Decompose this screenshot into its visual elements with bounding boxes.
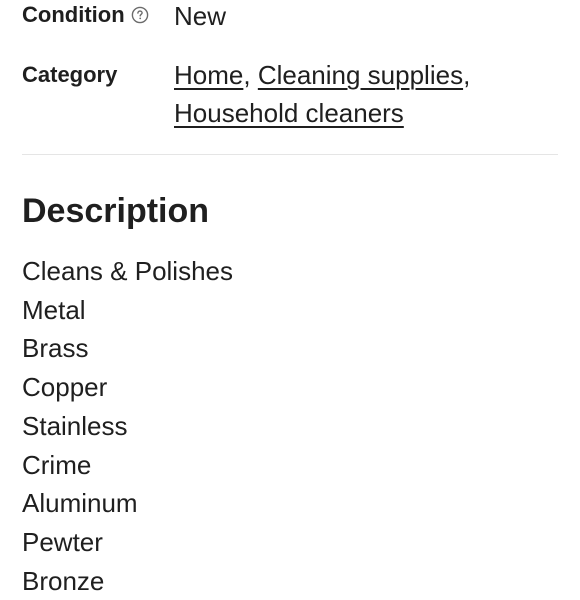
condition-label-wrap: Condition xyxy=(22,0,174,30)
category-link-home[interactable]: Home xyxy=(174,60,243,90)
category-separator: , xyxy=(243,60,251,90)
description-list: Cleans & Polishes Metal Brass Copper Sta… xyxy=(22,252,233,600)
category-label-wrap: Category xyxy=(22,60,174,90)
condition-row: Condition New xyxy=(22,0,558,36)
description-line: Aluminum xyxy=(22,488,138,519)
description-line: Cleans & Polishes xyxy=(22,256,233,286)
description-line: Bronze xyxy=(22,565,105,596)
description-line: Pewter xyxy=(22,526,103,557)
category-row: Category Home, Cleaning supplies, Househ… xyxy=(22,60,558,132)
description-line: Stainless xyxy=(22,410,128,441)
condition-label: Condition xyxy=(22,2,125,27)
condition-value: New xyxy=(174,1,227,31)
help-circle-icon[interactable] xyxy=(131,6,149,24)
description-line: Metal xyxy=(22,294,86,325)
description-line: Crime xyxy=(22,449,92,480)
category-label: Category xyxy=(22,62,118,87)
description-line: Copper xyxy=(22,372,108,403)
category-separator: , xyxy=(463,60,471,90)
description-line: Brass xyxy=(22,333,89,364)
category-links: Home, Cleaning supplies, Household clean… xyxy=(174,56,470,132)
item-details: Condition New Category Home, Cleaning su… xyxy=(22,0,558,132)
category-link-cleaning-supplies[interactable]: Cleaning supplies xyxy=(258,60,463,90)
category-link-household-cleaners[interactable]: Household cleaners xyxy=(174,98,404,128)
description-title: Description xyxy=(22,192,210,230)
section-divider xyxy=(22,154,558,155)
